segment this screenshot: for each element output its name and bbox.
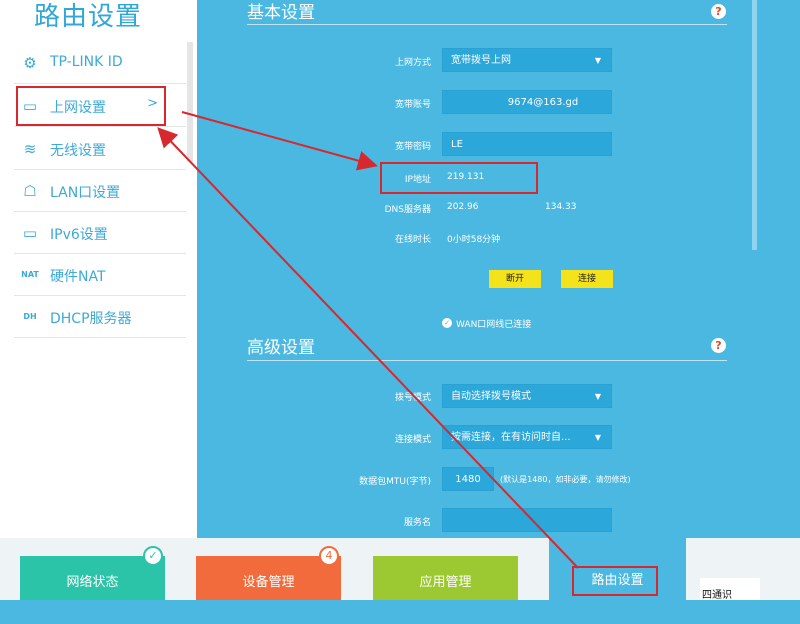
sidebar-item-label: IPv6设置 (50, 227, 108, 243)
check-icon: ✓ (143, 546, 163, 566)
connection-mode-value: 按需连接，在有访问时自... (451, 432, 571, 443)
wifi-icon: ≋ (23, 140, 37, 158)
sidebar-scrollbar[interactable] (187, 42, 193, 162)
sidebar-item-wireless[interactable]: ≋ 无线设置 (14, 128, 186, 170)
sidebar-item-label: LAN口设置 (50, 185, 121, 201)
sidebar-item-label: DHCP服务器 (50, 311, 132, 327)
qr-text: 四通识 (702, 590, 732, 601)
sidebar-item-label: 硬件NAT (50, 269, 106, 285)
password-input[interactable]: LE (442, 132, 612, 156)
dns-label: DNS服务器 (384, 205, 431, 215)
connection-mode-label: 连接模式 (394, 435, 431, 445)
mtu-input[interactable]: 1480 (442, 467, 494, 491)
sidebar-item-label: TP-LINK ID (50, 54, 123, 70)
bottom-nav: 网络状态 ✓ 设备管理 4 应用管理 路由设置 四通识 (0, 530, 800, 601)
sidebar-item-label: 无线设置 (50, 143, 106, 159)
service-name-label: 服务名 (403, 518, 431, 528)
qr-code: 四通识 (700, 578, 760, 601)
connect-button[interactable]: 连接 (561, 270, 613, 288)
mtu-label: 数据包MTU(字节) (359, 477, 431, 487)
connection-mode-select[interactable]: 按需连接，在有访问时自... ▼ (442, 425, 612, 449)
active-tab-pointer (607, 530, 623, 538)
basic-settings-title: 基本设置 (247, 3, 315, 23)
highlight-box-internet-settings (16, 86, 166, 126)
main-scrollbar[interactable] (752, 0, 757, 250)
dns-value-primary: 202.96 (447, 202, 479, 212)
sidebar-item-lan[interactable]: ☖ LAN口设置 (14, 170, 186, 212)
laptop-icon: ▭ (22, 224, 38, 242)
help-icon[interactable]: ? (711, 4, 726, 19)
chevron-down-icon: ▼ (594, 392, 601, 401)
dns-value-secondary: 134.33 (545, 202, 577, 212)
online-time-label: 在线时长 (394, 235, 431, 245)
highlight-box-router-settings (572, 566, 658, 596)
dhcp-icon: DH (23, 312, 37, 321)
tile-app-management[interactable]: 应用管理 (373, 556, 518, 600)
access-mode-label: 上网方式 (394, 58, 431, 68)
password-label: 宽带密码 (394, 142, 431, 152)
tile-label: 应用管理 (419, 575, 472, 590)
sidebar-item-nat[interactable]: NAT 硬件NAT (14, 254, 186, 296)
service-name-input[interactable] (442, 508, 612, 532)
dial-mode-select[interactable]: 自动选择拨号模式 ▼ (442, 384, 612, 408)
chevron-down-icon: ▼ (594, 56, 601, 65)
dial-mode-label: 拨号模式 (394, 393, 431, 403)
wan-status-text: WAN口网线已连接 (456, 320, 532, 330)
sidebar: 路由设置 ⚙ TP-LINK ID ▭ 上网设置 > ≋ 无线设置 ☖ LAN口… (0, 0, 197, 538)
tile-label: 设备管理 (242, 575, 295, 590)
chevron-down-icon: ▼ (594, 433, 601, 442)
check-icon: ✓ (442, 318, 452, 328)
main-panel: 基本设置 ? 上网方式 宽带拨号上网 ▼ 宽带账号 9674@163.gd 宽带… (197, 0, 800, 538)
tile-device-management[interactable]: 设备管理 4 (196, 546, 341, 600)
highlight-box-ip-address (380, 162, 538, 194)
sidebar-item-tplink-id[interactable]: ⚙ TP-LINK ID (14, 42, 186, 84)
sidebar-title: 路由设置 (34, 2, 143, 32)
disconnect-button[interactable]: 断开 (489, 270, 541, 288)
access-mode-value: 宽带拨号上网 (451, 55, 511, 66)
device-count-badge: 4 (319, 546, 339, 566)
divider (247, 24, 727, 25)
tile-network-status[interactable]: 网络状态 ✓ (20, 546, 165, 600)
access-mode-select[interactable]: 宽带拨号上网 ▼ (442, 48, 612, 72)
account-label: 宽带账号 (394, 100, 431, 110)
sidebar-item-ipv6[interactable]: ▭ IPv6设置 (14, 212, 186, 254)
advanced-settings-title: 高级设置 (247, 338, 315, 358)
divider (247, 360, 727, 361)
gear-icon: ⚙ (23, 54, 37, 72)
mtu-hint: (默认是1480，如非必要，请勿修改) (500, 475, 631, 484)
sidebar-item-dhcp[interactable]: DH DHCP服务器 (14, 296, 186, 338)
tile-label: 网络状态 (66, 575, 119, 590)
dial-mode-value: 自动选择拨号模式 (451, 391, 531, 402)
online-time-value: 0小时58分钟 (447, 235, 501, 245)
account-input[interactable]: 9674@163.gd (442, 90, 612, 114)
nat-icon: NAT (21, 270, 39, 279)
lan-icon: ☖ (23, 182, 37, 200)
help-icon[interactable]: ? (711, 338, 726, 353)
